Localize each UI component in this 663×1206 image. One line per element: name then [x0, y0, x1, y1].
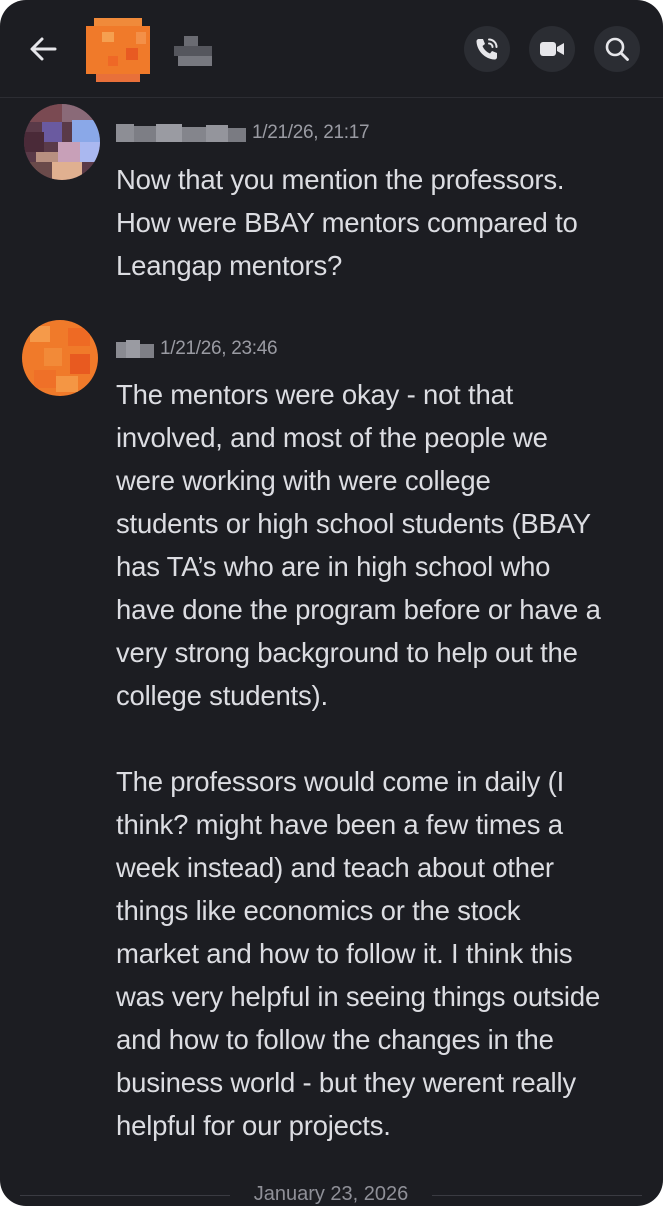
- date-divider-label: January 23, 2026: [253, 1183, 409, 1205]
- search-button[interactable]: [594, 26, 640, 72]
- message-timestamp: 1/21/26, 23:46: [160, 338, 278, 359]
- chat-screen: 1/21/26, 21:17 Now that you mention the …: [0, 0, 663, 1206]
- search-icon: [605, 37, 629, 61]
- voice-call-button[interactable]: [464, 26, 510, 72]
- message-meta: 1/21/26, 23:46: [116, 334, 278, 364]
- message-text: The mentors were okay - not that involve…: [116, 379, 601, 1141]
- message-meta: 1/21/26, 21:17: [116, 118, 370, 148]
- message-text: Now that you mention the professors. How…: [116, 164, 578, 281]
- back-arrow-icon[interactable]: [27, 32, 61, 66]
- contact-avatar[interactable]: [82, 18, 154, 82]
- user-avatar[interactable]: [22, 102, 102, 182]
- phone-call-icon: [476, 38, 498, 60]
- video-camera-icon: [540, 42, 564, 56]
- contact-name-redacted[interactable]: [172, 34, 214, 70]
- date-divider: January 23, 2026: [20, 1180, 642, 1206]
- username-redacted[interactable]: [116, 338, 154, 360]
- message-timestamp: 1/21/26, 21:17: [252, 122, 370, 143]
- user-avatar[interactable]: [20, 318, 100, 398]
- chat-header: [0, 0, 663, 98]
- video-call-button[interactable]: [529, 26, 575, 72]
- username-redacted[interactable]: [116, 122, 246, 144]
